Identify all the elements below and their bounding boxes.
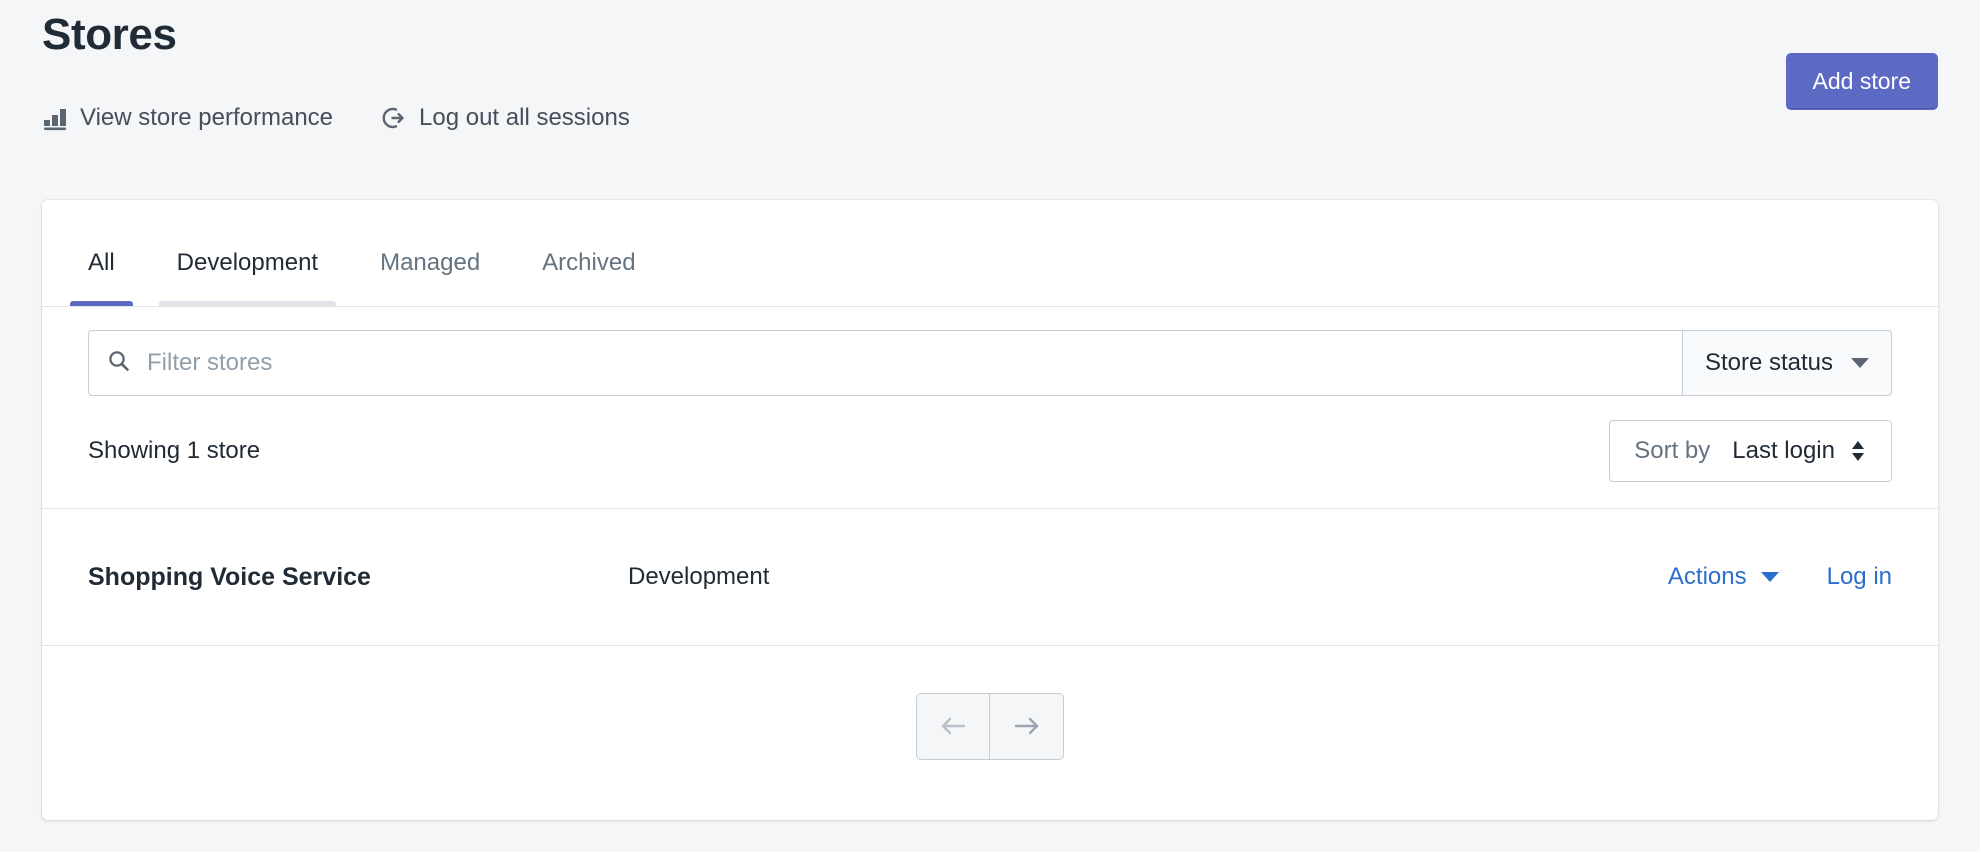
bar-chart-icon	[42, 105, 68, 131]
chevron-down-icon	[1851, 358, 1869, 368]
previous-page-button[interactable]	[917, 693, 990, 759]
table-row[interactable]: Shopping Voice Service Development Actio…	[42, 509, 1938, 646]
actions-label: Actions	[1667, 563, 1747, 590]
stores-card: All Development Managed Archived Filter …	[42, 200, 1938, 820]
pagination	[42, 646, 1938, 806]
stores-tablist: All Development Managed Archived	[42, 200, 1938, 307]
store-plan: Development	[628, 563, 770, 590]
store-name: Shopping Voice Service	[88, 563, 371, 591]
tab-archived-underline	[524, 301, 653, 306]
arrow-left-icon	[938, 715, 968, 737]
arrow-right-icon	[1012, 715, 1042, 737]
sort-by-label: Sort by	[1634, 437, 1711, 464]
view-store-performance-link[interactable]: View store performance	[42, 103, 333, 133]
sort-updown-icon	[1849, 438, 1867, 464]
tab-archived[interactable]: Archived	[542, 248, 635, 306]
log-out-all-sessions-label: Log out all sessions	[419, 104, 630, 131]
search-input[interactable]	[147, 348, 1664, 378]
results-summary-row: Showing 1 store Sort by Last login	[42, 396, 1938, 509]
stores-page: Stores View store performance Log out al…	[0, 0, 1980, 852]
tab-managed[interactable]: Managed	[380, 248, 480, 306]
showing-count-text: Showing 1 store	[88, 437, 261, 464]
store-status-label: Store status	[1704, 349, 1833, 376]
page-header: Stores View store performance Log out al…	[42, 8, 1938, 158]
log-in-link[interactable]: Log in	[1827, 562, 1892, 592]
log-out-all-sessions-link[interactable]: Log out all sessions	[381, 103, 630, 133]
tab-development[interactable]: Development	[158, 248, 337, 306]
search-field[interactable]	[88, 330, 1683, 396]
view-store-performance-label: View store performance	[80, 104, 334, 131]
tab-all[interactable]: All	[70, 248, 133, 306]
tab-managed-underline	[362, 301, 498, 306]
row-actions: Actions Log in	[1668, 562, 1892, 592]
filter-row: Store status	[42, 307, 1938, 396]
sort-by-button[interactable]: Sort by Last login	[1609, 420, 1892, 482]
header-action-links: View store performance Log out all sessi…	[42, 103, 630, 133]
tab-all-label: All	[88, 249, 115, 276]
chevron-down-icon	[1760, 572, 1779, 582]
tab-development-underline	[158, 301, 337, 306]
store-status-filter-button[interactable]: Store status	[1682, 330, 1892, 396]
add-store-button[interactable]: Add store	[1785, 53, 1938, 110]
next-page-button[interactable]	[990, 693, 1063, 759]
tab-all-underline	[70, 301, 133, 306]
logout-icon	[381, 105, 407, 131]
tab-archived-label: Archived	[542, 249, 636, 276]
tab-development-label: Development	[176, 249, 319, 276]
page-title: Stores	[42, 10, 177, 59]
tab-managed-label: Managed	[380, 249, 481, 276]
sort-by-value: Last login	[1732, 437, 1835, 464]
actions-dropdown-button[interactable]: Actions	[1668, 562, 1779, 592]
search-icon	[107, 349, 147, 378]
title-block: Stores	[42, 8, 177, 62]
pager-group	[916, 692, 1064, 760]
